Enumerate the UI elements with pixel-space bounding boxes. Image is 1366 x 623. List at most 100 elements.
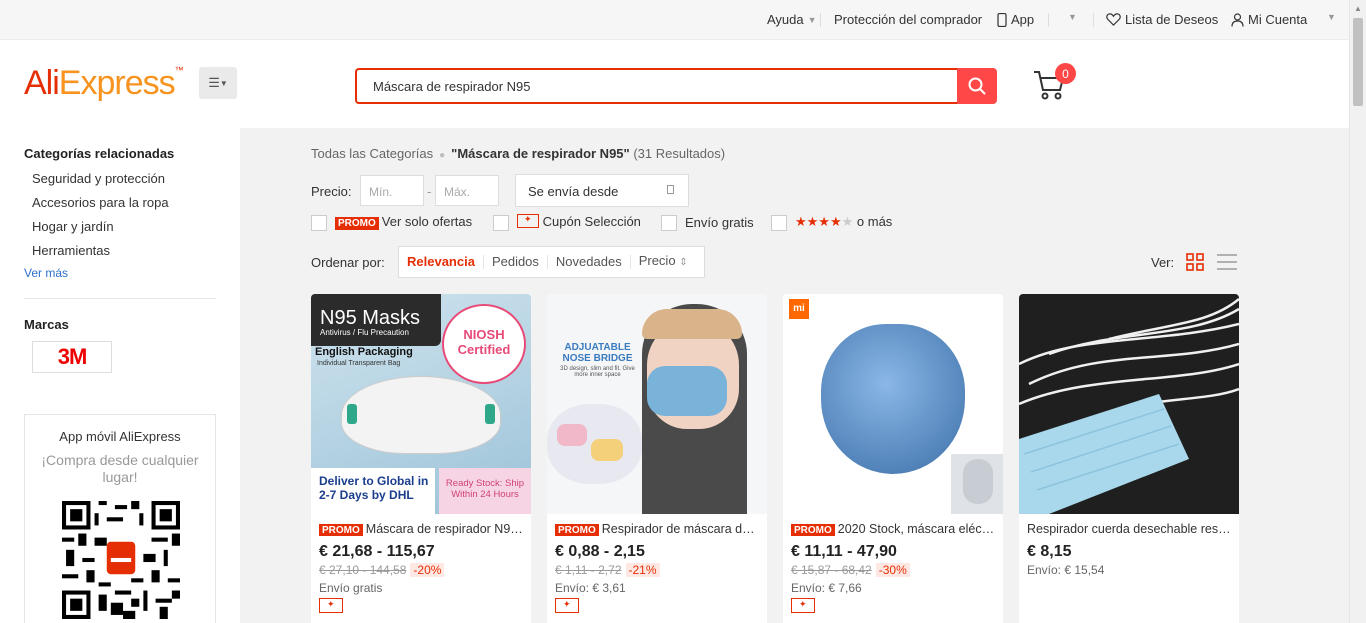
mask-pile: [557, 424, 587, 446]
free-shipping-label[interactable]: Envío gratis: [685, 215, 754, 230]
dropdown-icon: [667, 185, 674, 194]
results-count: (31 Resultados): [633, 146, 726, 161]
scroll-up-arrow-icon[interactable]: ▲: [1354, 4, 1362, 13]
sort-relevance[interactable]: Relevancia: [399, 255, 484, 269]
product-card[interactable]: ADJUATABLE NOSE BRIDGE 3D design, slim a…: [547, 294, 767, 623]
chevron-down-icon: ▼: [1068, 12, 1077, 22]
old-price: € 27,10 - 144,58: [319, 563, 407, 577]
old-price-row: € 27,10 - 144,58 -20%: [319, 563, 445, 577]
buyer-protection-link[interactable]: Protección del comprador: [834, 12, 982, 27]
sort-orders[interactable]: Pedidos: [484, 255, 548, 269]
offers-only-text: Ver solo ofertas: [381, 214, 473, 229]
product-title-text: 2020 Stock, máscara eléctrica purificado…: [837, 522, 996, 536]
product-card[interactable]: N95 Masks Antivirus / Flu Precaution Eng…: [311, 294, 531, 623]
promo-tag: PROMO: [335, 217, 379, 230]
coupon-label[interactable]: Cupón Selección: [517, 214, 641, 229]
wishlist-link[interactable]: Lista de Deseos: [1106, 12, 1218, 27]
coupon-checkbox[interactable]: [493, 215, 509, 231]
offers-only-label[interactable]: PROMO Ver solo ofertas: [335, 214, 473, 230]
breadcrumb-root-link[interactable]: Todas las Categorías: [311, 146, 433, 161]
view-label: Ver:: [1151, 255, 1175, 270]
top-utility-bar: Ayuda ▼ Protección del comprador App ▼ L…: [0, 0, 1349, 40]
coupon-icon: [517, 214, 539, 228]
page-scrollbar[interactable]: ▲: [1349, 0, 1366, 623]
account-dropdown[interactable]: ▼: [1327, 12, 1336, 22]
min-price-input[interactable]: Mín.: [360, 175, 424, 206]
breadcrumb-query: "Máscara de respirador N95": [451, 146, 630, 161]
old-price-row: € 1,11 - 2,72 -21%: [555, 563, 660, 577]
rating-checkbox[interactable]: [771, 215, 787, 231]
shipping-info: Envío: € 3,61: [555, 581, 626, 595]
mannequin-head: [963, 459, 993, 504]
sort-newest[interactable]: Novedades: [548, 255, 631, 269]
mobile-app-panel: App móvil AliExpress ¡Compra desde cualq…: [24, 414, 216, 623]
app-panel-title: App móvil AliExpress: [59, 429, 181, 444]
categories-menu-button[interactable]: ☰ ▼: [199, 67, 237, 99]
price-filter-label: Precio:: [311, 184, 352, 199]
old-price: € 15,87 - 68,42: [791, 563, 872, 577]
free-shipping-checkbox[interactable]: [661, 215, 677, 231]
niosh-badge: NIOSH Certified: [442, 304, 526, 384]
brands-title: Marcas: [24, 317, 69, 332]
product-image[interactable]: mi: [783, 294, 1003, 514]
image-headline-box: N95 Masks Antivirus / Flu Precaution: [311, 294, 441, 346]
heart-icon: [1106, 13, 1121, 26]
promo-tag: PROMO: [555, 524, 599, 536]
brand-3m-logo[interactable]: 3M: [32, 341, 112, 373]
rating-filter-label[interactable]: ★★★★★ o más: [795, 214, 892, 230]
product-title[interactable]: Respirador cuerda desechable respirable: [1027, 522, 1232, 536]
help-menu[interactable]: Ayuda ▼: [767, 12, 817, 27]
image-pack-text: English Packaging: [315, 346, 413, 358]
sidebar-category-link[interactable]: Accesorios para la ropa: [32, 195, 169, 210]
offers-only-checkbox[interactable]: [311, 215, 327, 231]
product-title[interactable]: PROMOMáscara de respirador N95 con clip …: [319, 522, 524, 536]
product-card[interactable]: mi PROMO2020 Stock, máscara eléctrica pu…: [783, 294, 1003, 623]
sidebar-category-link[interactable]: Hogar y jardín: [32, 219, 114, 234]
mask-strap: [485, 404, 495, 424]
sidebar-category-link[interactable]: Herramientas: [32, 243, 110, 258]
grid-view-icon[interactable]: [1186, 253, 1204, 271]
product-title[interactable]: PROMO2020 Stock, máscara eléctrica purif…: [791, 522, 996, 536]
logo-express-text: Express: [58, 64, 176, 102]
image-delivery-text: Deliver to Global in 2-7 Days by DHL: [311, 468, 435, 514]
scroll-thumb[interactable]: [1353, 18, 1363, 106]
sort-price[interactable]: Precio ⇕: [631, 254, 696, 270]
product-title-text: Respirador de máscara de niños ajustable: [601, 522, 760, 536]
app-panel-subtitle: ¡Compra desde cualquier lugar!: [41, 452, 199, 485]
user-icon: [1231, 12, 1244, 27]
old-price-row: € 15,87 - 68,42 -30%: [791, 563, 910, 577]
sidebar-category-link[interactable]: Seguridad y protección: [32, 171, 165, 186]
product-image[interactable]: N95 Masks Antivirus / Flu Precaution Eng…: [311, 294, 531, 514]
product-price: € 11,11 - 47,90: [791, 543, 897, 560]
search-input-value: Máscara de respirador N95: [373, 78, 531, 94]
aliexpress-logo[interactable]: AliExpress™: [24, 64, 184, 102]
sort-options: Relevancia Pedidos Novedades Precio ⇕: [398, 246, 705, 278]
mask-strap: [347, 404, 357, 424]
logo-ali-text: Ali: [24, 64, 60, 102]
sort-arrows-icon: ⇕: [679, 257, 688, 268]
product-image[interactable]: [1019, 294, 1239, 514]
phone-icon: [997, 12, 1007, 27]
discount-badge: -20%: [410, 563, 445, 577]
see-more-link[interactable]: Ver más: [24, 266, 68, 280]
hamburger-icon: ☰: [208, 75, 220, 90]
ship-from-select[interactable]: Se envía desde: [515, 174, 689, 207]
blue-mask-shape: [821, 324, 965, 474]
product-title-text: Máscara de respirador N95 con clip nasal: [365, 522, 524, 536]
related-categories-title: Categorías relacionadas: [24, 146, 175, 161]
discount-badge: -21%: [625, 563, 660, 577]
language-menu[interactable]: ▼: [1068, 12, 1077, 22]
product-title[interactable]: PROMORespirador de máscara de niños ajus…: [555, 522, 760, 536]
product-image[interactable]: ADJUATABLE NOSE BRIDGE 3D design, slim a…: [547, 294, 767, 514]
divider: [1093, 13, 1094, 27]
app-link[interactable]: App: [997, 12, 1034, 27]
qr-code-image[interactable]: [62, 501, 180, 619]
product-card[interactable]: Respirador cuerda desechable respirable …: [1019, 294, 1239, 623]
search-button[interactable]: [957, 68, 997, 104]
search-input[interactable]: Máscara de respirador N95: [355, 68, 958, 104]
logo-trademark: ™: [174, 65, 184, 75]
account-menu[interactable]: Mi Cuenta: [1231, 12, 1307, 27]
list-view-icon[interactable]: [1217, 253, 1237, 271]
four-star-rating-icon: ★★★★★: [795, 214, 854, 229]
max-price-input[interactable]: Máx.: [435, 175, 499, 206]
